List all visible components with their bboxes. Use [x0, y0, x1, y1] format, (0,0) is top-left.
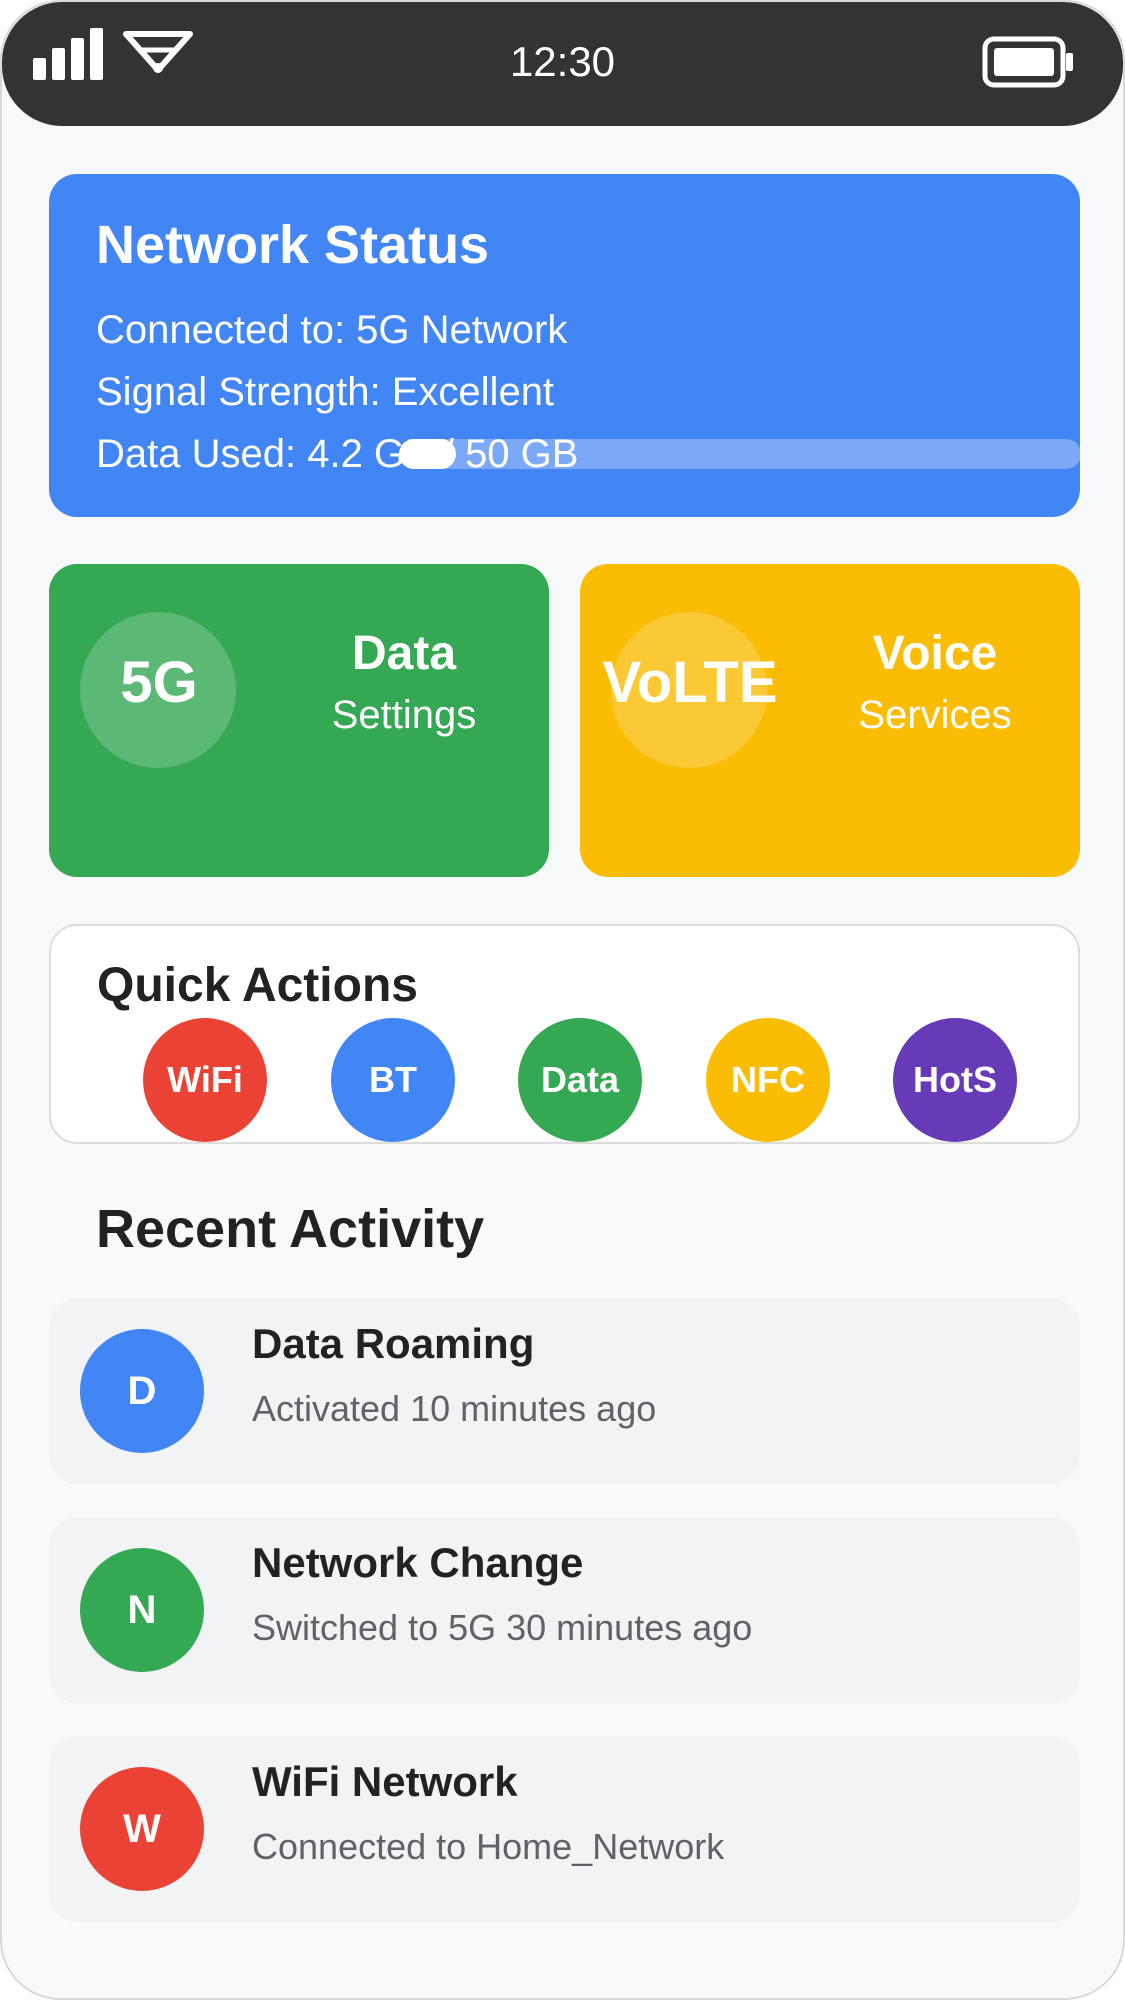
- activity-item-data-roaming[interactable]: D Data Roaming Activated 10 minutes ago: [49, 1298, 1080, 1484]
- data-tile-subtitle: Settings: [331, 693, 477, 737]
- mobile-data-toggle-button[interactable]: Data: [518, 1018, 642, 1142]
- hotspot-toggle-button[interactable]: HotS: [893, 1018, 1017, 1142]
- data-used-text: Data Used: 4.2 GB / 50 GB: [96, 432, 579, 476]
- activity-title: WiFi Network: [252, 1758, 518, 1805]
- data-tile-title: Data: [351, 627, 457, 680]
- quick-actions-title: Quick Actions: [97, 959, 418, 1012]
- connected-network-text: Connected to: 5G Network: [96, 308, 568, 352]
- activity-description: Connected to Home_Network: [252, 1826, 725, 1867]
- activity-title: Data Roaming: [252, 1320, 535, 1367]
- activity-item-network-change[interactable]: N Network Change Switched to 5G 30 minut…: [49, 1517, 1080, 1703]
- phone-frame: 12:30 Network Status Connected to: 5G Ne…: [0, 0, 1125, 2000]
- data-settings-tile[interactable]: 5G Data Settings: [49, 564, 549, 877]
- bluetooth-toggle-button[interactable]: BT: [331, 1018, 455, 1142]
- activity-item-wifi-network[interactable]: W WiFi Network Connected to Home_Network: [49, 1736, 1080, 1922]
- recent-activity-title: Recent Activity: [96, 1199, 485, 1259]
- clock: 12:30: [509, 38, 616, 85]
- nfc-toggle-button[interactable]: NFC: [706, 1018, 830, 1142]
- signal-strength-text: Signal Strength: Excellent: [96, 370, 555, 414]
- quick-actions-card: Quick Actions WiFi BT Data NFC HotS: [49, 924, 1080, 1144]
- volte-badge: VoLTE: [602, 650, 778, 715]
- activity-avatar: W: [80, 1767, 204, 1891]
- battery-icon: [982, 36, 1073, 88]
- voice-tile-title: Voice: [872, 627, 998, 680]
- activity-avatar: N: [80, 1548, 204, 1672]
- activity-title: Network Change: [252, 1539, 584, 1586]
- voice-tile-subtitle: Services: [858, 693, 1012, 737]
- voice-services-tile[interactable]: VoLTE Voice Services: [580, 564, 1080, 877]
- activity-avatar: D: [80, 1329, 204, 1453]
- network-status-card[interactable]: Network Status Connected to: 5G Network …: [49, 174, 1081, 517]
- status-bar: 12:30: [2, 2, 1123, 126]
- activity-description: Switched to 5G 30 minutes ago: [252, 1607, 753, 1648]
- activity-description: Activated 10 minutes ago: [252, 1388, 657, 1429]
- network-status-title: Network Status: [96, 215, 490, 275]
- 5g-badge: 5G: [120, 650, 198, 715]
- wifi-toggle-button[interactable]: WiFi: [143, 1018, 267, 1142]
